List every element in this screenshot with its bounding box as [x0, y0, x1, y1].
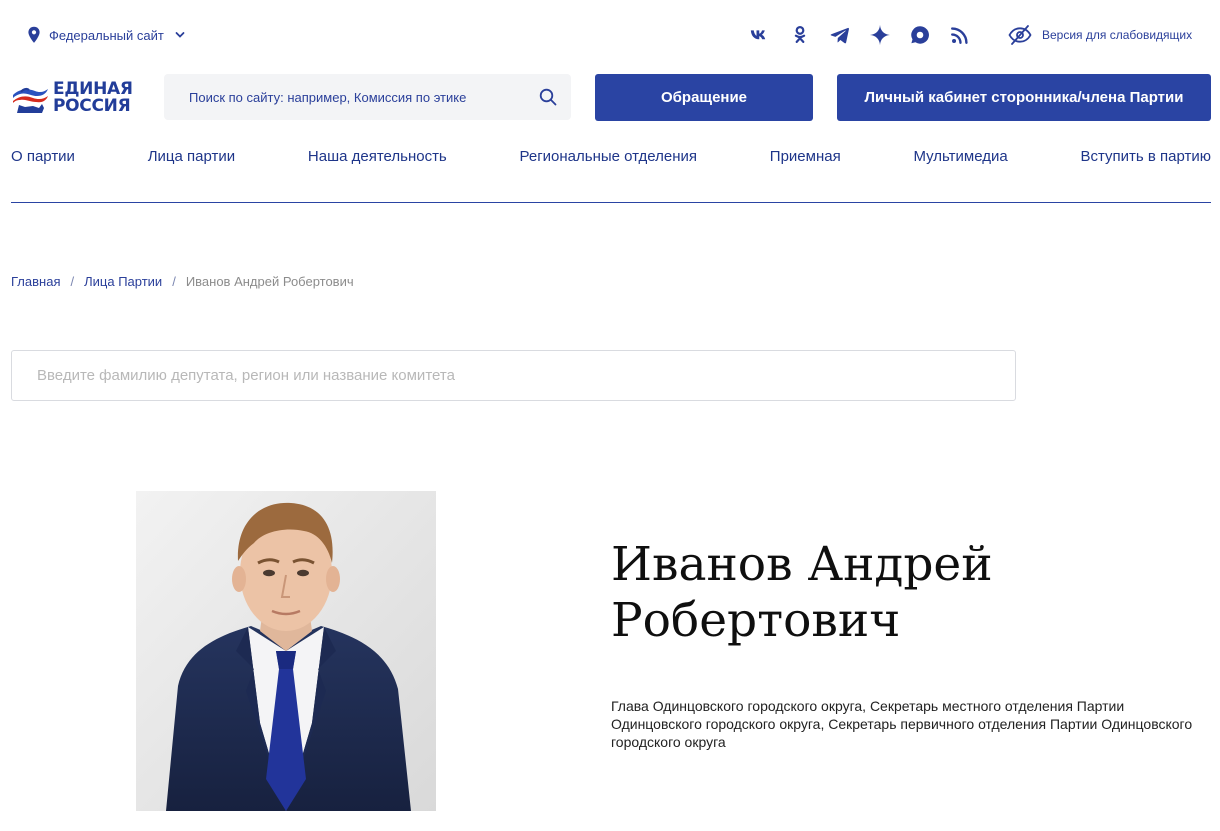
vk-icon [750, 30, 766, 40]
vk-link[interactable] [748, 22, 772, 48]
top-utility-bar: Федеральный сайт Версия для слабовидящих [0, 0, 1220, 70]
breadcrumb-separator: / [70, 274, 75, 289]
site-search [164, 74, 571, 120]
nav-item-faces[interactable]: Лица партии [148, 148, 235, 172]
nav-item-reception[interactable]: Приемная [770, 148, 841, 172]
location-pin-icon [28, 26, 40, 43]
telegram-icon [830, 27, 849, 44]
max-messenger-link[interactable] [908, 22, 932, 48]
breadcrumb-home[interactable]: Главная [11, 274, 60, 289]
profile-name: Иванов Андрей Робертович [611, 537, 993, 648]
visually-impaired-version-link[interactable]: Версия для слабовидящих [1008, 24, 1192, 46]
rss-link[interactable] [948, 22, 972, 48]
nav-item-about[interactable]: О партии [11, 148, 75, 172]
chevron-down-icon [175, 32, 185, 38]
portrait-image [136, 491, 436, 811]
logo-line-2: РОССИЯ [53, 96, 131, 116]
deputy-search-input[interactable] [12, 351, 1015, 400]
nav-item-multimedia[interactable]: Мультимедиа [913, 148, 1007, 172]
federal-site-selector[interactable]: Федеральный сайт [27, 26, 186, 44]
member-cabinet-button[interactable]: Личный кабинет сторонника/члена Партии [837, 74, 1211, 121]
visually-impaired-label: Версия для слабовидящих [1042, 28, 1193, 42]
appeal-button[interactable]: Обращение [595, 74, 813, 121]
odnoklassniki-icon [794, 26, 806, 43]
breadcrumb-faces[interactable]: Лица Партии [84, 274, 162, 289]
search-icon[interactable] [539, 88, 557, 106]
profile-roles: Глава Одинцовского городского округа, Се… [611, 698, 1193, 750]
main-navigation: О партии Лица партии Наша деятельность Р… [11, 148, 1211, 172]
rss-icon [951, 27, 968, 44]
bear-flag-logo-icon [13, 87, 48, 113]
breadcrumb-separator: / [172, 274, 176, 289]
federal-site-label: Федеральный сайт [49, 27, 164, 43]
profile-photo [136, 491, 436, 811]
nav-item-activity[interactable]: Наша деятельность [308, 148, 447, 172]
deputy-search [11, 350, 1016, 401]
nav-item-join[interactable]: Вступить в партию [1080, 148, 1211, 172]
breadcrumb-current: Иванов Андрей Робертович [185, 274, 354, 289]
social-links [748, 22, 972, 48]
logo-text: ЕДИНАЯ РОССИЯ [53, 81, 133, 115]
odnoklassniki-link[interactable] [788, 22, 812, 48]
nav-divider [11, 202, 1211, 203]
dzen-icon [869, 24, 891, 46]
dzen-link[interactable] [868, 22, 892, 48]
breadcrumb: Главная / Лица Партии / Иванов Андрей Ро… [11, 274, 354, 289]
site-logo[interactable]: ЕДИНАЯ РОССИЯ [11, 78, 143, 118]
max-messenger-icon [911, 26, 929, 44]
nav-item-regional-branches[interactable]: Региональные отделения [520, 148, 698, 172]
site-search-input[interactable] [164, 74, 524, 120]
eye-crossed-icon [1008, 25, 1032, 45]
telegram-link[interactable] [828, 22, 852, 48]
